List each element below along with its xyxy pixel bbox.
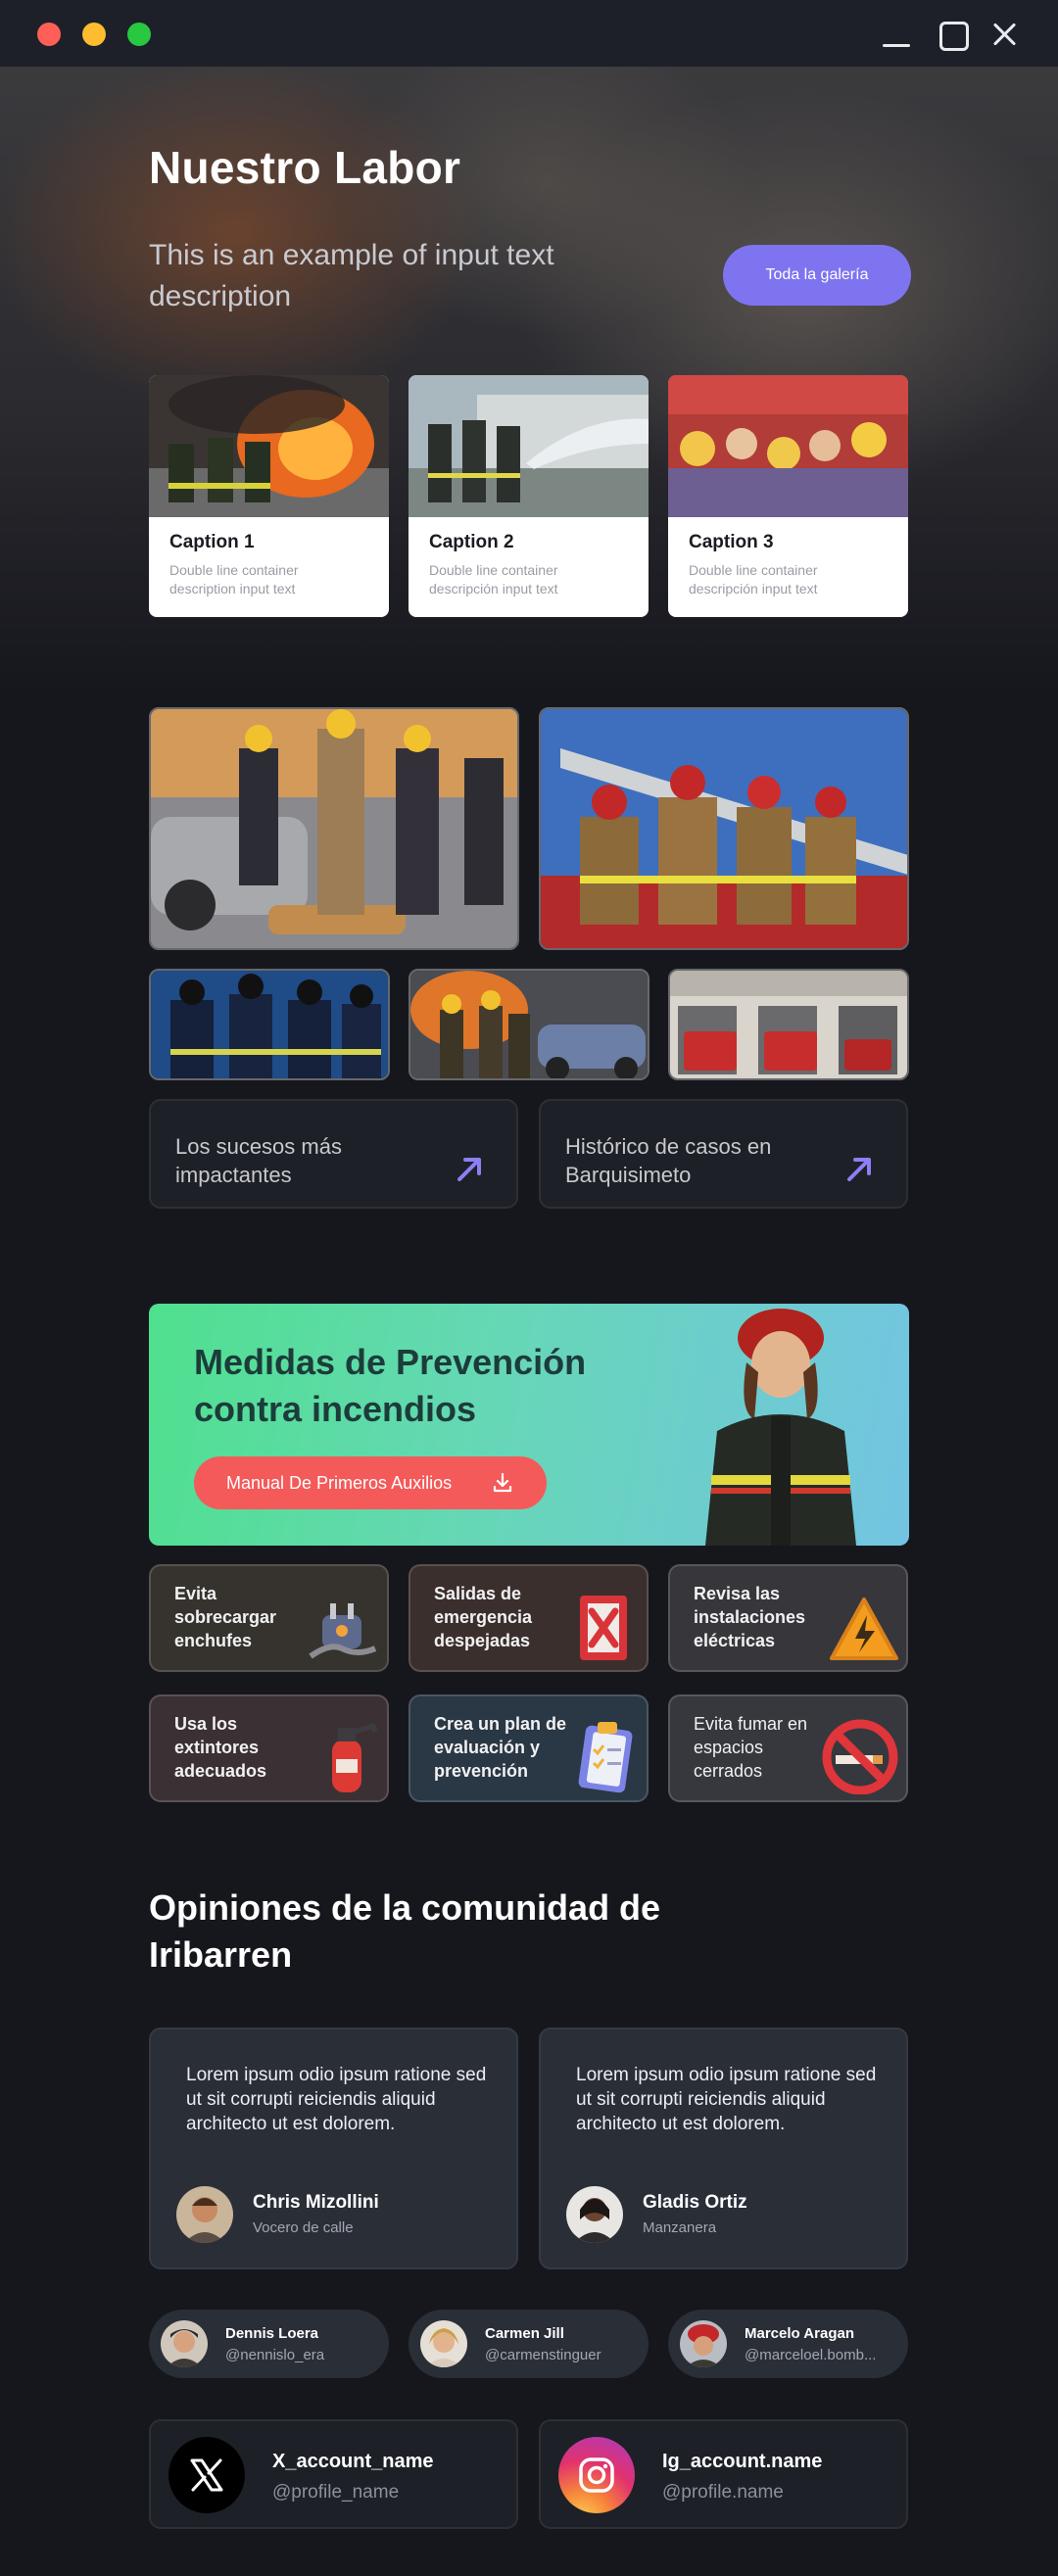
social-account-name: X_account_name: [272, 2451, 434, 2472]
prevention-title: Medidas de Prevención contra incendios: [194, 1342, 587, 1429]
fire-station-photo[interactable]: [668, 969, 909, 1080]
avatar: [566, 2186, 623, 2243]
tip-card-instalaciones[interactable]: Revisa las instalaciones eléctricas: [668, 1564, 908, 1672]
firefighter-woman-image: [705, 1309, 856, 1546]
social-card-instagram[interactable]: Ig_account.name @profile.name: [539, 2419, 908, 2529]
checklist-icon: [578, 1722, 633, 1793]
firefighters-hose-image: [409, 375, 649, 517]
testimonial-name: Chris Mizollini: [253, 2192, 379, 2213]
close-window-dot[interactable]: [37, 23, 61, 46]
tip-card-extintores[interactable]: Usa los extintores adecuados: [149, 1694, 389, 1802]
firefighters-on-truck-photo[interactable]: [539, 707, 909, 950]
firefighter-team-image: [151, 971, 388, 1078]
community-title: Opiniones de la comunidad de Iribarren: [149, 1887, 661, 1975]
maximize-icon[interactable]: [938, 20, 969, 51]
tip-card-plan[interactable]: Crea un plan de evaluación y prevención: [409, 1694, 649, 1802]
testimonial-role: Vocero de calle: [253, 2219, 354, 2236]
minimize-window-dot[interactable]: [82, 23, 106, 46]
user-handle: @carmenstinguer: [485, 2347, 601, 2363]
link-card-label: Histórico de casos en Barquisimeto: [565, 1134, 772, 1187]
first-aid-manual-label: Manual De Primeros Auxilios: [226, 1472, 453, 1493]
avatar: [176, 2186, 233, 2243]
avatar: [161, 2320, 208, 2367]
window-titlebar: [0, 0, 1058, 67]
tip-card-salidas[interactable]: Salidas de emergencia despejadas: [409, 1564, 649, 1672]
user-chip[interactable]: Marcelo Aragan @marceloel.bomb...: [668, 2310, 908, 2378]
caption-title: Caption 3: [689, 532, 774, 552]
firefighter-team-photo[interactable]: [149, 969, 390, 1080]
user-handle: @marceloel.bomb...: [745, 2347, 877, 2363]
testimonial-card: Lorem ipsum odio ipsum ratione sed ut si…: [539, 2027, 908, 2269]
tip-label: Crea un plan de evaluación y prevención: [434, 1714, 567, 1781]
first-aid-manual-button[interactable]: Manual De Primeros Auxilios: [194, 1456, 547, 1509]
social-card-x[interactable]: X_account_name @profile_name: [149, 2419, 518, 2529]
tip-label: Salidas de emergencia despejadas: [434, 1584, 533, 1650]
testimonial-role: Manzanera: [643, 2219, 717, 2236]
social-account-name: Ig_account.name: [662, 2451, 823, 2472]
testimonial-name: Gladis Ortiz: [643, 2192, 747, 2213]
user-name: Marcelo Aragan: [745, 2325, 854, 2342]
user-handle: @nennislo_era: [225, 2347, 325, 2363]
social-handle: @profile_name: [272, 2482, 400, 2503]
user-chip[interactable]: Carmen Jill @carmenstinguer: [409, 2310, 649, 2378]
firefighters-fire-image: [149, 375, 389, 517]
caption-description: Double line container description input …: [169, 562, 299, 596]
link-card-label: Los sucesos más impactantes: [175, 1134, 342, 1187]
testimonial-card: Lorem ipsum odio ipsum ratione sed ut si…: [149, 2027, 518, 2269]
emergency-exit-icon: [580, 1596, 627, 1660]
caption-card[interactable]: Caption 2 Double line container descripc…: [409, 375, 649, 617]
link-card-historico[interactable]: Histórico de casos en Barquisimeto: [539, 1099, 908, 1209]
tip-label: Evita sobrecargar enchufes: [174, 1584, 277, 1650]
close-icon[interactable]: [990, 20, 1020, 49]
user-name: Dennis Loera: [225, 2325, 319, 2342]
tip-label: Usa los extintores adecuados: [174, 1714, 267, 1781]
high-voltage-icon: [830, 1598, 898, 1660]
fire-station-image: [670, 971, 907, 1078]
rescue-scene-image: [151, 709, 517, 948]
tip-label: Revisa las instalaciones eléctricas: [694, 1584, 806, 1650]
caption-description: Double line container descripción input …: [689, 562, 818, 596]
hero-description: This is an example of input text descrip…: [149, 239, 554, 312]
x-logo-icon: [168, 2437, 245, 2513]
caption-card[interactable]: Caption 1 Double line container descript…: [149, 375, 389, 617]
car-accident-photo[interactable]: [409, 969, 649, 1080]
instagram-logo-icon: [558, 2437, 635, 2513]
avatar: [420, 2320, 467, 2367]
user-name: Carmen Jill: [485, 2325, 564, 2342]
caption-description: Double line container descripción input …: [429, 562, 558, 596]
plug-icon: [309, 1603, 377, 1659]
firefighters-on-truck-image: [541, 709, 907, 948]
arrow-up-right-icon: [847, 1158, 871, 1181]
no-smoking-icon: [822, 1719, 898, 1794]
tip-label: Evita fumar en espacios cerrados: [694, 1714, 808, 1781]
caption-title: Caption 1: [169, 532, 255, 552]
gallery-button[interactable]: Toda la galería: [723, 245, 911, 306]
tip-card-fumar[interactable]: Evita fumar en espacios cerrados: [668, 1694, 908, 1802]
tip-card-enchufes[interactable]: Evita sobrecargar enchufes: [149, 1564, 389, 1672]
download-icon: [493, 1472, 512, 1493]
zoom-window-dot[interactable]: [127, 23, 151, 46]
car-accident-image: [410, 971, 648, 1078]
rescue-scene-photo[interactable]: [149, 707, 519, 950]
caption-title: Caption 2: [429, 532, 514, 552]
firefighters-children-image: [668, 375, 908, 517]
avatar: [680, 2320, 727, 2367]
testimonial-quote: Lorem ipsum odio ipsum ratione sed ut si…: [576, 2065, 877, 2134]
user-chip[interactable]: Dennis Loera @nennislo_era: [149, 2310, 389, 2378]
social-handle: @profile.name: [662, 2482, 784, 2503]
hero-title: Nuestro Labor: [149, 142, 461, 193]
link-card-sucesos[interactable]: Los sucesos más impactantes: [149, 1099, 518, 1209]
arrow-up-right-icon: [457, 1158, 481, 1181]
prevention-banner: Medidas de Prevención contra incendios M…: [149, 1304, 909, 1546]
minimize-icon[interactable]: [882, 20, 911, 49]
testimonial-quote: Lorem ipsum odio ipsum ratione sed ut si…: [186, 2065, 487, 2134]
caption-card[interactable]: Caption 3 Double line container descripc…: [668, 375, 908, 617]
fire-extinguisher-icon: [332, 1722, 378, 1792]
